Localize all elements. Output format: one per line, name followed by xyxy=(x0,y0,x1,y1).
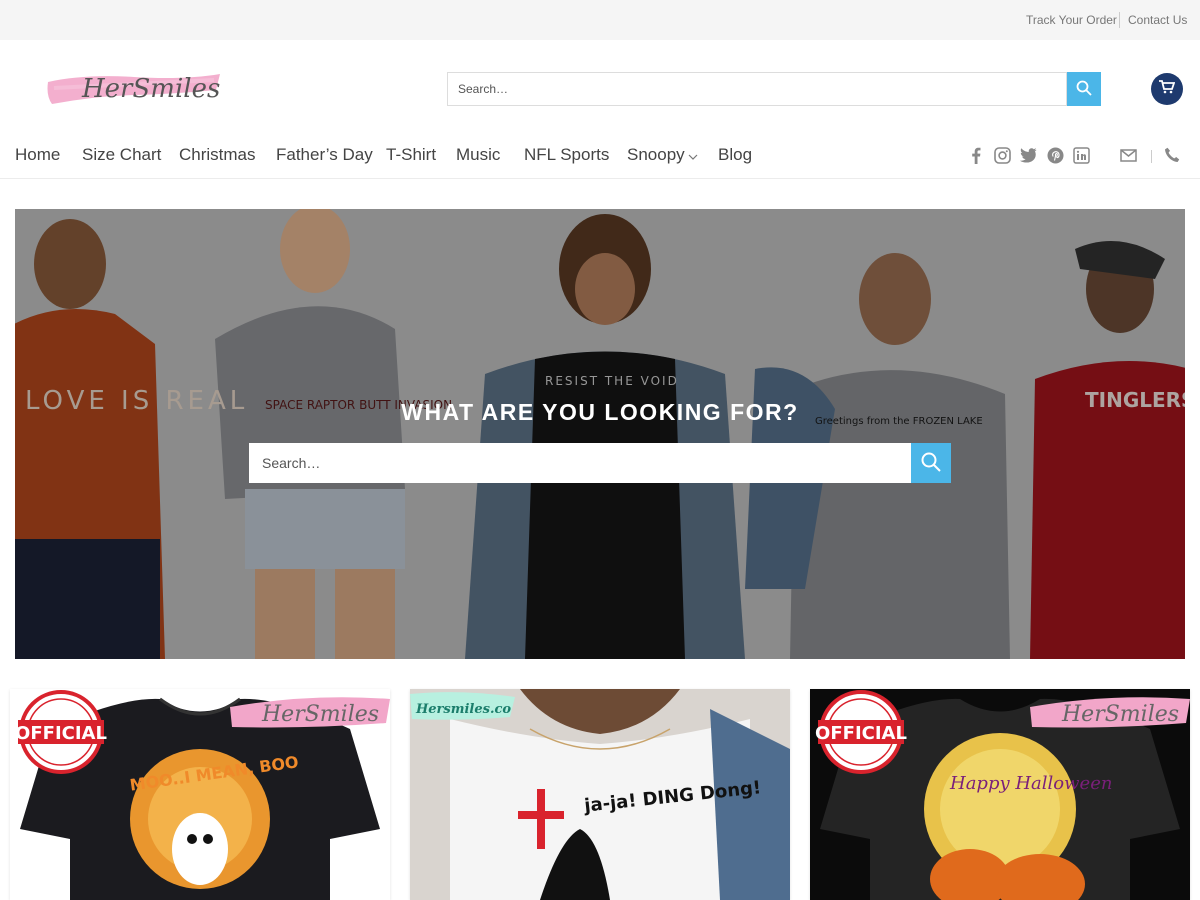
nav-music[interactable]: Music xyxy=(456,145,500,165)
hero-search xyxy=(249,443,951,483)
product-watermark: Hersmiles.co xyxy=(415,702,511,717)
pinterest-icon[interactable] xyxy=(1046,146,1064,164)
product-image: Hersmiles.co ja-ja! DING Dong! xyxy=(410,689,790,900)
header-search xyxy=(447,72,1101,106)
product-watermark: HerSmiles xyxy=(1061,702,1179,727)
hero-search-input[interactable] xyxy=(249,443,911,483)
hero-search-button[interactable] xyxy=(911,443,951,483)
nav-t-shirt[interactable]: T-Shirt xyxy=(386,145,436,165)
nav-size-chart[interactable]: Size Chart xyxy=(82,145,161,165)
product-card[interactable]: Hersmiles.co ja-ja! DING Dong! xyxy=(410,689,790,900)
nav-snoopy-label: Snoopy xyxy=(627,145,685,164)
cart-button[interactable] xyxy=(1151,73,1183,105)
site-logo[interactable]: HerSmiles xyxy=(44,68,222,108)
hero-title: What are you looking for? xyxy=(401,399,799,425)
cart-icon xyxy=(1159,79,1176,99)
product-watermark: HerSmiles xyxy=(261,702,379,727)
linkedin-icon[interactable] xyxy=(1072,146,1090,164)
track-order-link[interactable]: Track Your Order xyxy=(1026,13,1117,27)
product-shirt-text: Happy Halloween xyxy=(949,773,1112,794)
search-icon xyxy=(921,452,941,475)
logo-text: HerSmiles xyxy=(81,74,220,104)
nav-snoopy[interactable]: Snoopy xyxy=(627,145,698,166)
phone-icon[interactable] xyxy=(1163,146,1181,164)
hero-banner: LOVE IS REAL SPACE RAPTOR BUTT INVASION … xyxy=(15,209,1185,659)
nav-christmas[interactable]: Christmas xyxy=(179,145,256,165)
nav-blog[interactable]: Blog xyxy=(718,145,752,165)
official-badge-text: OFFICIAL xyxy=(15,723,107,744)
search-input[interactable] xyxy=(447,72,1067,106)
facebook-icon[interactable] xyxy=(967,146,985,164)
instagram-icon[interactable] xyxy=(993,146,1011,164)
search-icon xyxy=(1076,80,1092,99)
nav-nfl-sports[interactable]: NFL Sports xyxy=(524,145,609,165)
top-bar: Track Your Order Contact Us xyxy=(0,0,1200,40)
official-badge-text: OFFICIAL xyxy=(815,723,907,744)
topbar-divider xyxy=(1119,12,1120,28)
product-image: OFFICIAL HerSmiles Happy Halloween xyxy=(810,689,1190,900)
chevron-down-icon xyxy=(688,146,698,166)
search-button[interactable] xyxy=(1067,72,1101,106)
nav-divider xyxy=(1151,150,1152,163)
product-image: OFFICIAL HerSmiles MOO..I MEAN, BOO xyxy=(15,690,390,900)
twitter-icon[interactable] xyxy=(1019,146,1037,164)
product-card[interactable]: OFFICIAL HerSmiles Happy Halloween xyxy=(810,689,1190,900)
hero-overlay xyxy=(15,209,1185,659)
email-icon[interactable] xyxy=(1119,146,1137,164)
product-card[interactable]: OFFICIAL HerSmiles MOO..I MEAN, BOO xyxy=(10,689,390,900)
main-nav: Home Size Chart Christmas Father’s Day T… xyxy=(0,134,1200,179)
contact-us-link[interactable]: Contact Us xyxy=(1128,13,1187,27)
nav-fathers-day[interactable]: Father’s Day xyxy=(276,145,373,165)
nav-home[interactable]: Home xyxy=(15,145,60,165)
